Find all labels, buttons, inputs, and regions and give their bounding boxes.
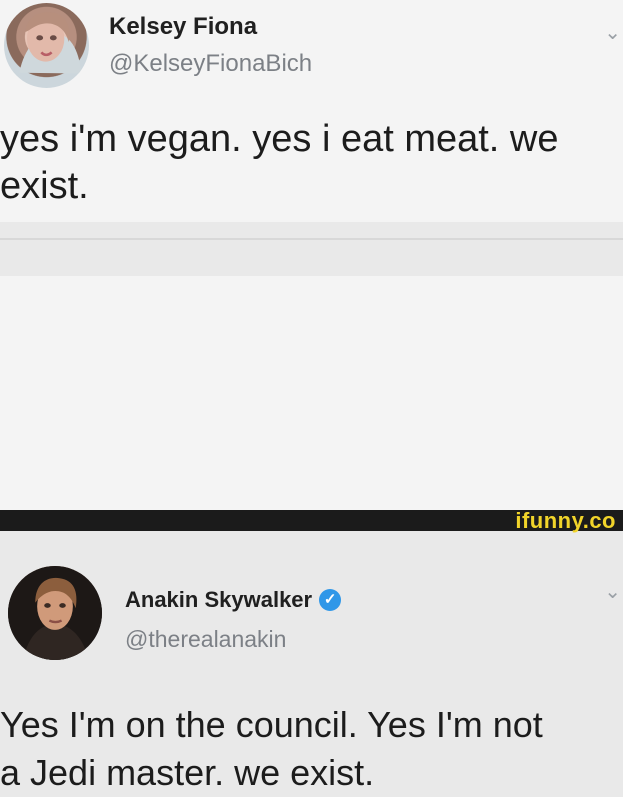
watermark-text: ifunny.co: [515, 508, 616, 533]
display-name-row[interactable]: Anakin Skywalker ✓: [125, 587, 342, 613]
avatar[interactable]: [4, 3, 89, 88]
display-name[interactable]: Anakin Skywalker: [125, 587, 312, 613]
tweet-card[interactable]: Anakin Skywalker ✓ @therealanakin ⌄ Yes …: [0, 276, 623, 793]
avatar[interactable]: [8, 566, 102, 660]
user-handle[interactable]: @therealanakin: [125, 626, 286, 653]
chevron-down-icon[interactable]: ⌄: [604, 20, 621, 45]
chevron-down-icon[interactable]: ⌄: [604, 579, 621, 604]
divider: [0, 238, 623, 240]
user-handle[interactable]: @KelseyFionaBich: [109, 50, 312, 78]
tweet-card[interactable]: Kelsey Fiona @KelseyFionaBich ⌄ yes i'm …: [0, 0, 623, 222]
watermark-bar: ifunny.co: [0, 508, 623, 533]
tweet-text: Yes I'm on the council. Yes I'm not a Je…: [0, 704, 543, 793]
verified-badge-icon: ✓: [319, 589, 342, 611]
tweet-text: yes i'm vegan. yes i eat meat. we exist.: [0, 118, 559, 207]
display-name[interactable]: Kelsey Fiona: [109, 13, 257, 41]
